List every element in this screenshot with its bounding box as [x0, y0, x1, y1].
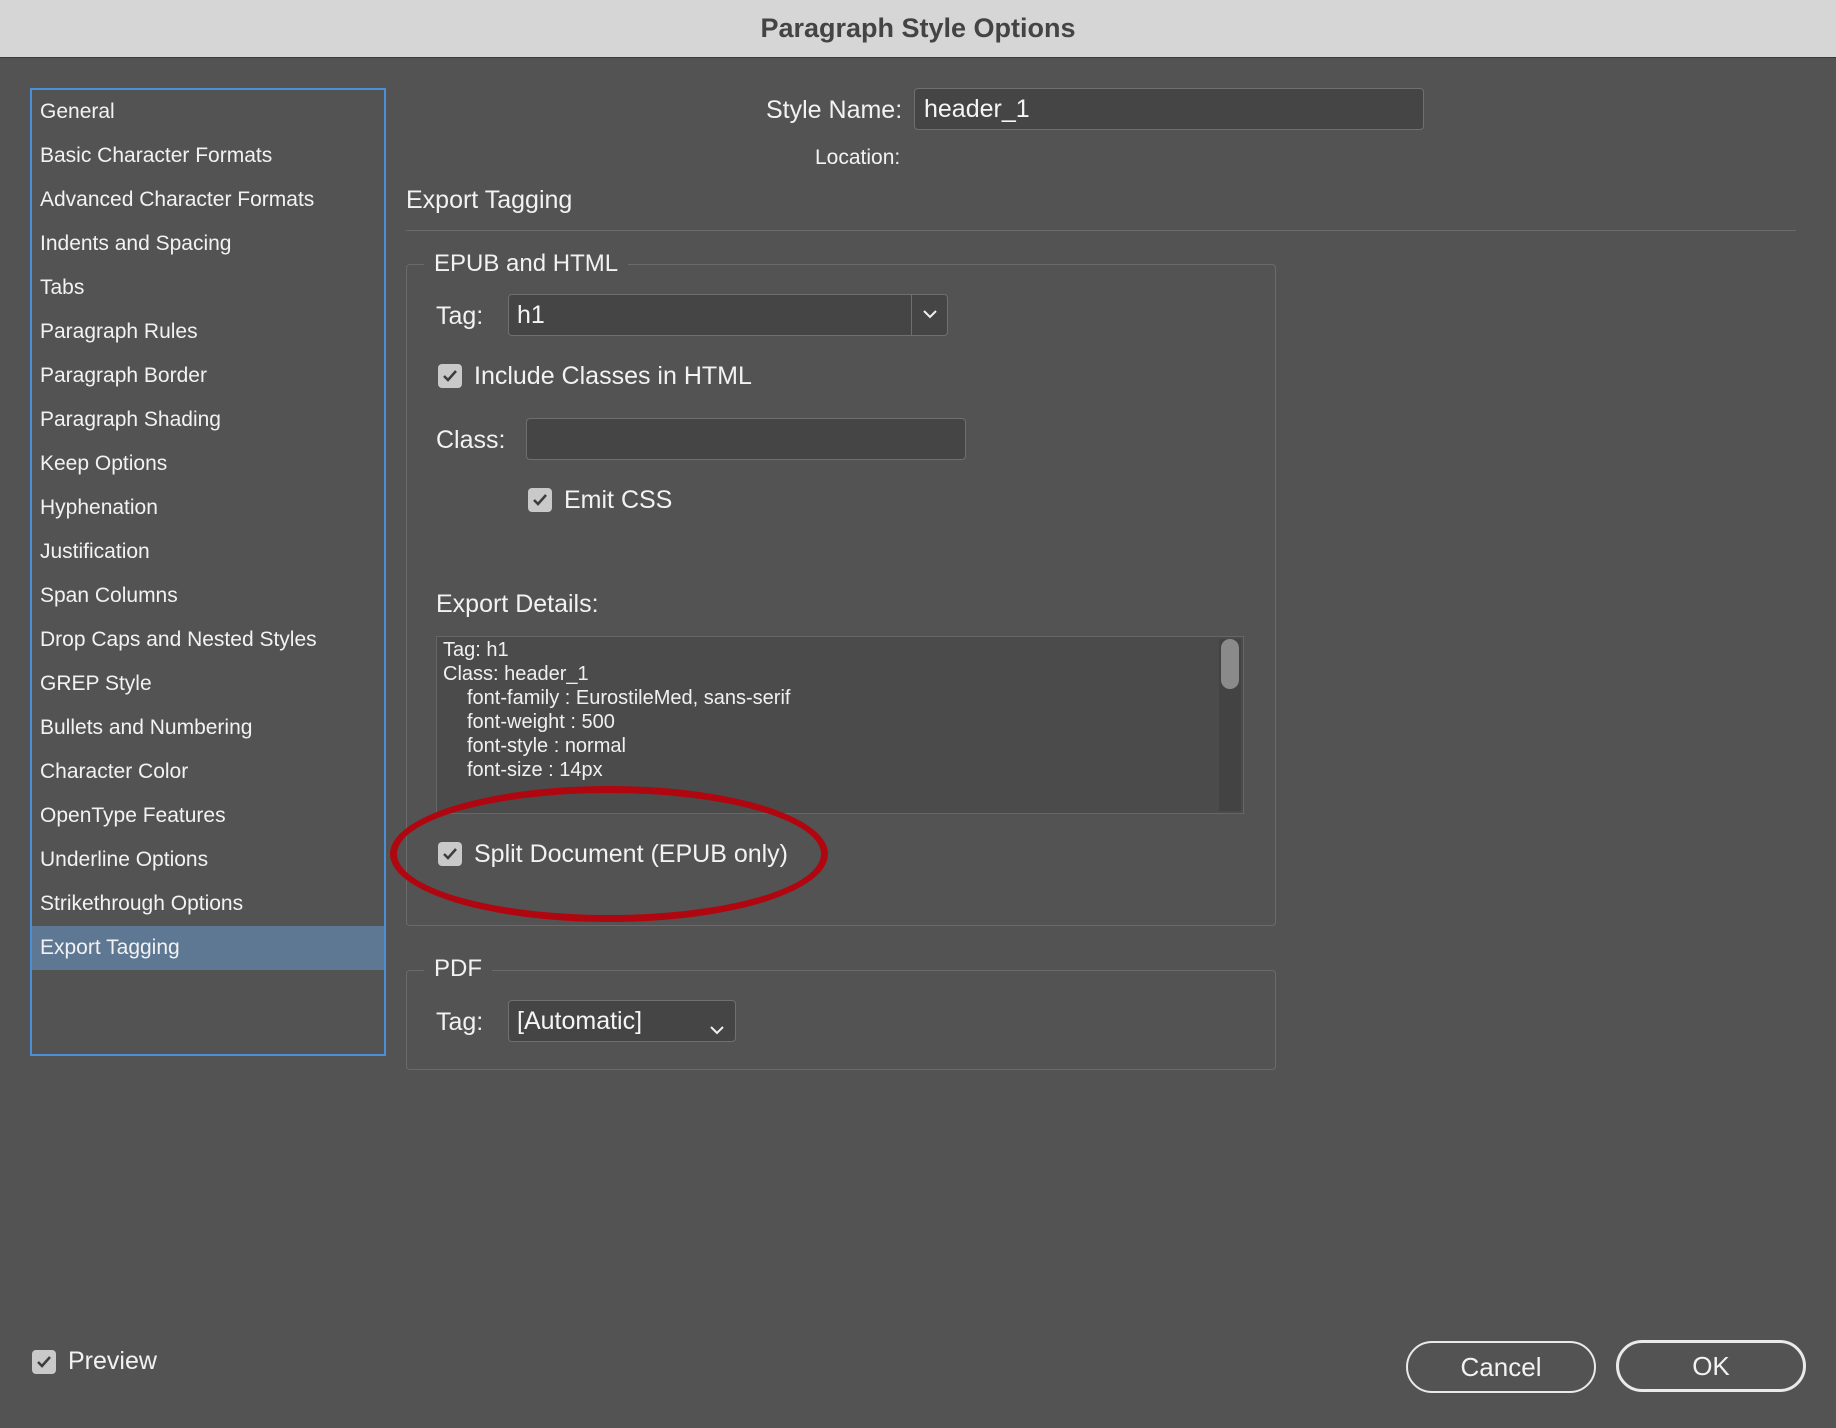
- pdf-tag-label: Tag:: [436, 1008, 484, 1036]
- sidebar-item-grep-style[interactable]: GREP Style: [32, 662, 384, 706]
- export-detail-line: font-weight : 500: [467, 711, 615, 733]
- chevron-down-icon[interactable]: [709, 1015, 725, 1044]
- section-divider: [406, 230, 1796, 231]
- export-details-scrollbar[interactable]: [1219, 639, 1241, 811]
- class-input[interactable]: [526, 418, 966, 460]
- sidebar-item-general[interactable]: General: [32, 90, 384, 134]
- class-label: Class:: [436, 426, 506, 454]
- export-details-label: Export Details:: [436, 590, 599, 618]
- sidebar-item-tabs[interactable]: Tabs: [32, 266, 384, 310]
- epub-tag-label: Tag:: [436, 302, 484, 330]
- sidebar-item-indents-and-spacing[interactable]: Indents and Spacing: [32, 222, 384, 266]
- section-title: Export Tagging: [406, 186, 573, 214]
- include-classes-label[interactable]: Include Classes in HTML: [474, 362, 752, 391]
- preview-label[interactable]: Preview: [68, 1347, 157, 1376]
- checkmark-icon: [533, 494, 547, 506]
- emit-css-label[interactable]: Emit CSS: [564, 486, 672, 515]
- style-name-label: Style Name:: [766, 96, 903, 124]
- export-detail-line: Tag: h1: [443, 639, 509, 661]
- sidebar-item-span-columns[interactable]: Span Columns: [32, 574, 384, 618]
- sidebar-item-paragraph-rules[interactable]: Paragraph Rules: [32, 310, 384, 354]
- sidebar-item-strikethrough-options[interactable]: Strikethrough Options: [32, 882, 384, 926]
- window-title: Paragraph Style Options: [760, 13, 1076, 43]
- checkmark-icon: [443, 370, 457, 382]
- paragraph-style-options-dialog: Paragraph Style Options General Basic Ch…: [0, 0, 1836, 1428]
- category-list[interactable]: General Basic Character Formats Advanced…: [30, 88, 386, 1056]
- red-annotation-ellipse: [390, 786, 828, 922]
- sidebar-item-drop-caps-and-nested-styles[interactable]: Drop Caps and Nested Styles: [32, 618, 384, 662]
- chevron-down-icon[interactable]: [911, 295, 947, 335]
- emit-css-checkbox[interactable]: [528, 488, 552, 512]
- sidebar-item-export-tagging[interactable]: Export Tagging: [32, 926, 384, 970]
- export-detail-line: font-style : normal: [467, 735, 626, 757]
- sidebar-item-bullets-and-numbering[interactable]: Bullets and Numbering: [32, 706, 384, 750]
- sidebar-item-keep-options[interactable]: Keep Options: [32, 442, 384, 486]
- sidebar-item-hyphenation[interactable]: Hyphenation: [32, 486, 384, 530]
- checkmark-icon: [37, 1356, 51, 1368]
- export-detail-line: font-family : EurostileMed, sans-serif: [467, 687, 791, 709]
- sidebar-item-character-color[interactable]: Character Color: [32, 750, 384, 794]
- epub-html-group-title: EPUB and HTML: [424, 250, 629, 278]
- sidebar-item-justification[interactable]: Justification: [32, 530, 384, 574]
- cancel-button[interactable]: Cancel: [1406, 1341, 1596, 1393]
- sidebar-item-underline-options[interactable]: Underline Options: [32, 838, 384, 882]
- sidebar-item-paragraph-shading[interactable]: Paragraph Shading: [32, 398, 384, 442]
- title-bar[interactable]: Paragraph Style Options: [0, 0, 1836, 58]
- pdf-tag-value: [Automatic]: [517, 1007, 643, 1035]
- location-label: Location:: [815, 146, 901, 169]
- ok-button[interactable]: OK: [1616, 1340, 1806, 1392]
- style-name-input[interactable]: header_1: [914, 88, 1424, 130]
- sidebar-item-basic-character-formats[interactable]: Basic Character Formats: [32, 134, 384, 178]
- preview-checkbox[interactable]: [32, 1350, 56, 1374]
- pdf-group-title: PDF: [424, 955, 492, 983]
- scrollbar-thumb[interactable]: [1221, 639, 1239, 689]
- include-classes-checkbox[interactable]: [438, 364, 462, 388]
- pdf-tag-select[interactable]: [Automatic]: [508, 1000, 736, 1042]
- sidebar-item-advanced-character-formats[interactable]: Advanced Character Formats: [32, 178, 384, 222]
- export-detail-line: Class: header_1: [443, 663, 589, 685]
- sidebar-item-paragraph-border[interactable]: Paragraph Border: [32, 354, 384, 398]
- export-detail-line: font-size : 14px: [467, 759, 603, 781]
- epub-tag-value: h1: [517, 301, 545, 329]
- epub-tag-select[interactable]: h1: [508, 294, 948, 336]
- sidebar-item-opentype-features[interactable]: OpenType Features: [32, 794, 384, 838]
